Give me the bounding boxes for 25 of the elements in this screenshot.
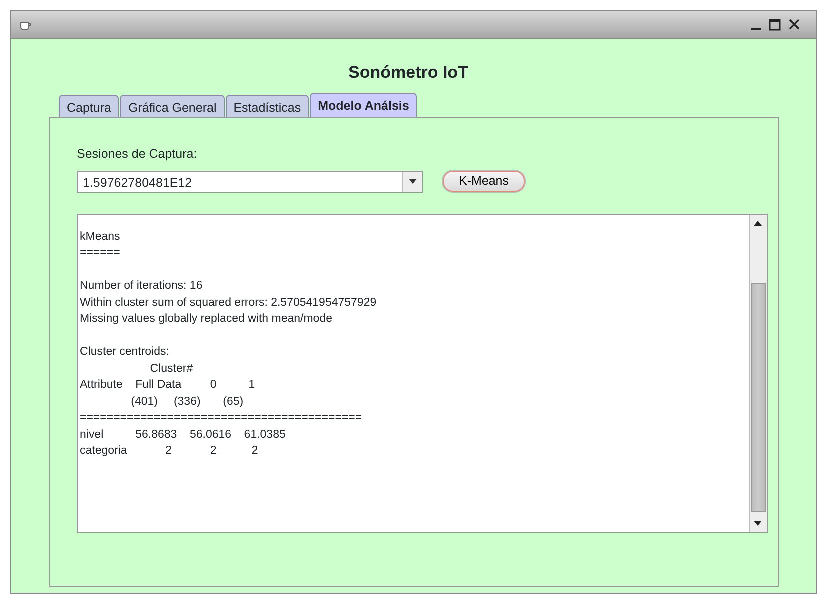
scroll-thumb[interactable] bbox=[751, 282, 766, 512]
output-line: ====== bbox=[80, 247, 120, 260]
scrollbar[interactable] bbox=[749, 214, 767, 532]
app-title: Sonómetro IoT bbox=[348, 63, 468, 82]
output-line: categoria 2 2 2 bbox=[80, 445, 258, 458]
tab[interactable]: Estadísticas bbox=[226, 95, 310, 117]
maximize-icon[interactable] bbox=[769, 18, 781, 30]
output-line: Cluster# bbox=[149, 362, 194, 375]
output-line: nivel 56.8683 56.0616 61.0385 bbox=[80, 428, 286, 441]
output-line: kMeans bbox=[80, 230, 120, 243]
output-line: ========================================== bbox=[80, 412, 362, 424]
k-means-button[interactable]: K-Means bbox=[443, 171, 525, 192]
tab[interactable]: Modelo Análsis bbox=[310, 93, 418, 117]
output-line: Within cluster sum of squared errors: 2.570541954757929 bbox=[80, 296, 377, 309]
sessions-label: Sesiones de Captura: bbox=[77, 146, 198, 163]
output-line: (401) (336) (65) bbox=[130, 396, 244, 408]
output-line: Missing values globally replaced with mean/mode bbox=[80, 313, 332, 326]
sessions-dropdown[interactable]: 1.59762780481E12 bbox=[77, 170, 423, 193]
output-line: Cluster centroids: bbox=[80, 346, 170, 358]
output-line: Attribute Full Data 0 1 bbox=[80, 379, 256, 392]
tab[interactable]: Gráfica General bbox=[120, 95, 225, 117]
tab[interactable]: Captura bbox=[59, 95, 120, 117]
output-line: Number of iterations: 16 bbox=[80, 280, 203, 292]
close-icon[interactable] bbox=[789, 18, 800, 30]
dropdown-arrow-icon bbox=[408, 179, 416, 184]
